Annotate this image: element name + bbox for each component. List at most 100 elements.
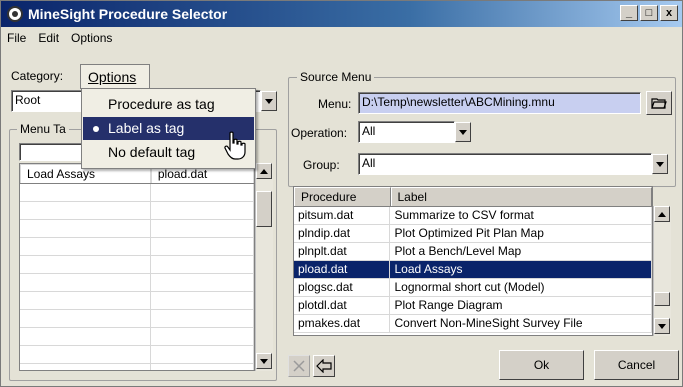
menu-path-field[interactable]: D:\Temp\newsletter\ABCMining.mnu — [358, 92, 641, 114]
label-cell: Lognormal short cut (Model) — [390, 279, 652, 296]
table-row[interactable] — [20, 202, 254, 220]
chevron-down-icon — [658, 323, 666, 329]
table-row[interactable]: plotdl.dat Plot Range Diagram — [294, 297, 652, 315]
procedure-column-header[interactable]: Procedure — [294, 187, 391, 206]
table-row[interactable] — [20, 310, 254, 328]
options-tab-label: Options — [88, 69, 137, 85]
operation-dropdown-button[interactable] — [455, 122, 471, 142]
tag-cell — [20, 310, 151, 327]
tag-cell — [20, 328, 151, 345]
scroll-up-button[interactable] — [654, 206, 670, 222]
procedure-table: Procedure Label pitsum.dat Summarize to C… — [293, 186, 653, 336]
tag-cell — [20, 346, 151, 363]
table-row[interactable]: plnplt.dat Plot a Bench/Level Map — [294, 243, 652, 261]
arrow-left-icon — [316, 359, 332, 373]
tag-procedure-cell — [151, 274, 254, 291]
chevron-up-icon — [658, 211, 666, 217]
procedure-cell: plotdl.dat — [294, 297, 391, 314]
tag-procedure-cell — [151, 256, 254, 273]
browse-button[interactable] — [646, 91, 672, 115]
chevron-up-icon — [260, 168, 268, 174]
operation-select[interactable]: All — [358, 121, 455, 143]
table-row[interactable] — [20, 292, 254, 310]
chevron-down-icon — [260, 358, 268, 364]
label-cell: Load Assays — [390, 261, 652, 278]
table-row[interactable] — [20, 346, 254, 364]
menu-bar: File Edit Options — [1, 28, 682, 48]
scroll-thumb[interactable] — [256, 191, 272, 227]
chevron-down-icon — [656, 161, 664, 167]
folder-icon — [651, 98, 667, 109]
tag-procedure-cell — [151, 310, 254, 327]
table-row[interactable] — [20, 238, 254, 256]
tag-procedure-cell — [151, 184, 254, 201]
procedure-cell: plndip.dat — [294, 225, 391, 242]
table-row[interactable] — [20, 274, 254, 292]
table-row[interactable] — [20, 328, 254, 346]
label-cell: Plot Optimized Pit Plan Map — [390, 225, 652, 242]
insert-button[interactable] — [313, 355, 335, 377]
category-dropdown-button[interactable] — [261, 91, 277, 111]
procedure-table-header: Procedure Label — [294, 187, 652, 207]
table-row[interactable]: plogsc.dat Lognormal short cut (Model) — [294, 279, 652, 297]
tag-cell — [20, 238, 151, 255]
table-row[interactable] — [20, 184, 254, 202]
procedure-table-scrollbar[interactable] — [653, 206, 671, 336]
table-row[interactable]: pload.dat Load Assays — [294, 261, 652, 279]
tag-table-scrollbar[interactable] — [255, 163, 273, 371]
tag-cell — [20, 256, 151, 273]
menu-item-procedure-as-tag[interactable]: Procedure as tag — [83, 93, 254, 116]
remove-button[interactable] — [288, 355, 310, 377]
menu-tag-group-title: Menu Ta — [17, 122, 69, 136]
group-dropdown-button[interactable] — [652, 154, 668, 174]
minimize-button[interactable]: _ — [620, 5, 638, 21]
chevron-down-icon — [265, 98, 273, 104]
tag-cell — [20, 220, 151, 237]
tag-procedure-cell — [151, 202, 254, 219]
group-label: Group: — [303, 158, 340, 172]
options-popup-tab[interactable]: Options — [80, 64, 150, 89]
title-bar[interactable]: MineSight Procedure Selector _ □ x — [1, 1, 682, 27]
tag-procedure-cell — [151, 238, 254, 255]
menu-options[interactable]: Options — [65, 28, 118, 48]
group-select[interactable]: All — [358, 153, 652, 175]
delete-icon — [293, 360, 305, 372]
procedure-cell: plnplt.dat — [294, 243, 391, 260]
table-row[interactable]: pmakes.dat Convert Non-MineSight Survey F… — [294, 315, 652, 333]
menu-file[interactable]: File — [1, 28, 32, 48]
table-row[interactable] — [20, 364, 254, 370]
window-title: MineSight Procedure Selector — [28, 6, 228, 22]
hand-pointer-icon — [224, 131, 246, 160]
menu-edit[interactable]: Edit — [32, 28, 65, 48]
scroll-down-button[interactable] — [256, 353, 272, 369]
procedure-cell: pitsum.dat — [294, 207, 391, 224]
tag-procedure-cell — [151, 328, 254, 345]
tag-cell — [20, 184, 151, 201]
table-row[interactable]: pitsum.dat Summarize to CSV format — [294, 207, 652, 225]
tag-procedure-cell — [151, 220, 254, 237]
chevron-down-icon — [459, 129, 467, 135]
tag-procedure-cell — [151, 364, 254, 370]
menu-item-label: No default tag — [108, 144, 196, 160]
menu-item-label: Label as tag — [108, 120, 185, 136]
radio-bullet-icon — [93, 126, 99, 132]
scroll-down-button[interactable] — [654, 318, 670, 334]
scroll-thumb[interactable] — [654, 292, 670, 306]
app-icon — [7, 6, 23, 22]
source-menu-title: Source Menu — [297, 70, 375, 84]
tag-cell — [20, 292, 151, 309]
cancel-button[interactable]: Cancel — [594, 350, 679, 380]
label-column-header[interactable]: Label — [390, 187, 652, 206]
menu-label: Menu: — [318, 97, 352, 111]
close-button[interactable]: x — [660, 5, 678, 21]
table-row[interactable] — [20, 220, 254, 238]
table-row[interactable] — [20, 256, 254, 274]
scroll-up-button[interactable] — [256, 163, 272, 179]
tag-procedure-cell — [151, 292, 254, 309]
menu-item-label: Procedure as tag — [108, 96, 215, 112]
maximize-button[interactable]: □ — [640, 5, 658, 21]
procedure-cell: plogsc.dat — [294, 279, 391, 296]
ok-button[interactable]: Ok — [499, 350, 584, 380]
operation-label: Operation: — [291, 126, 348, 140]
table-row[interactable]: plndip.dat Plot Optimized Pit Plan Map — [294, 225, 652, 243]
